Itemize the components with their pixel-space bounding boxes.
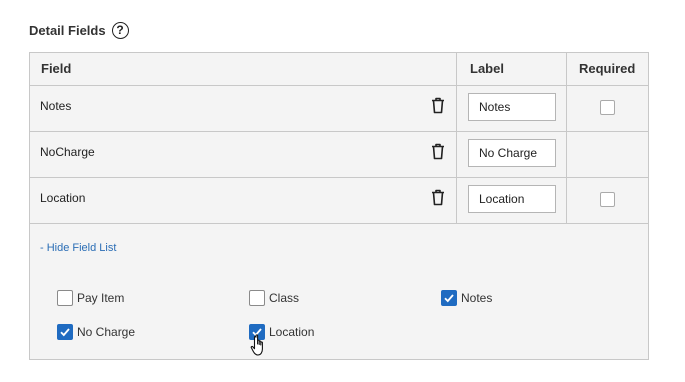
trash-icon[interactable] [431,143,445,160]
column-header-field: Field [41,61,72,76]
hide-field-list-link[interactable]: - Hide Field List [40,242,116,254]
row-divider [30,85,648,86]
required-checkbox[interactable] [600,100,615,115]
checkbox-checked[interactable] [249,324,265,340]
trash-icon[interactable] [431,189,445,206]
field-name: Notes [40,99,72,113]
option-label: Location [269,325,315,339]
option-label: No Charge [77,325,136,339]
field-name: NoCharge [40,145,95,159]
option-label: Pay Item [77,291,125,305]
option-label: Notes [461,291,493,305]
section-title: Detail Fields [29,22,106,38]
checkmark-icon [60,328,70,337]
trash-icon[interactable] [431,97,445,114]
row-divider [30,131,648,132]
checkbox-checked[interactable] [441,290,457,306]
column-divider [456,53,457,223]
table-header-row [30,53,648,85]
column-header-label: Label [470,61,504,76]
checkbox-checked[interactable] [57,324,73,340]
help-circle-icon[interactable]: ? [111,21,129,39]
required-checkbox[interactable] [600,192,615,207]
label-input[interactable] [468,185,556,213]
row-divider [30,223,648,224]
checkmark-icon [252,328,262,337]
section-header: Detail Fields ? [29,21,129,39]
label-input[interactable] [468,139,556,167]
field-option-notes[interactable]: Notes [441,290,492,306]
column-divider [566,53,567,223]
option-label: Class [269,291,300,305]
checkmark-icon [444,294,454,303]
checkbox[interactable] [57,290,73,306]
checkbox[interactable] [249,290,265,306]
field-option-no-charge[interactable]: No Charge [57,324,135,340]
row-divider [30,177,648,178]
field-option-class[interactable]: Class [249,290,299,306]
detail-fields-table: Field Label Required Notes NoCharge Loca… [29,52,649,360]
field-name: Location [40,191,86,205]
field-option-pay-item[interactable]: Pay Item [57,290,124,306]
label-input[interactable] [468,93,556,121]
field-option-location[interactable]: Location [249,324,314,340]
column-header-required: Required [579,61,636,76]
